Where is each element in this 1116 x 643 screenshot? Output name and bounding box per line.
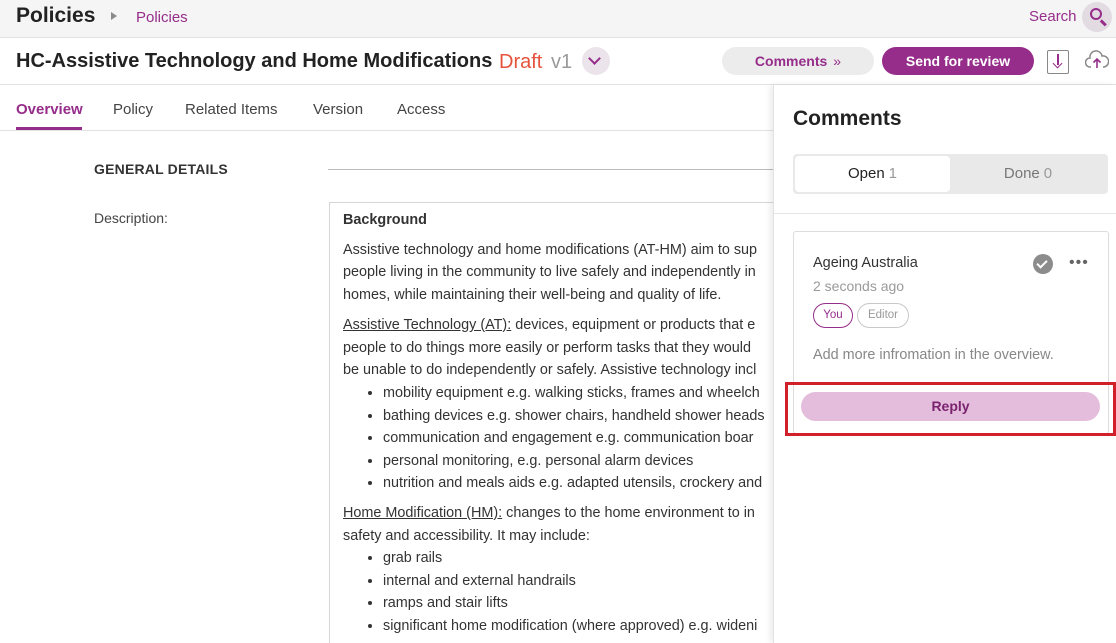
chevron-down-icon [588, 52, 601, 65]
divider [328, 169, 773, 170]
list-item: personal monitoring, e.g. personal alarm… [383, 450, 789, 473]
description-paragraph: Assistive technology and home modificati… [343, 241, 758, 304]
tab-bar: Overview Policy Related Items Version Ac… [0, 86, 773, 131]
tab-related-items[interactable]: Related Items [185, 101, 278, 118]
document-header: HC-Assistive Technology and Home Modific… [0, 39, 1116, 85]
version-label: v1 [551, 51, 573, 73]
app-title: Policies [16, 4, 96, 27]
comments-panel-title: Comments [793, 107, 902, 130]
description-heading: Background [343, 212, 427, 228]
download-icon[interactable] [1047, 50, 1069, 74]
list-item: significant home modification (where app… [383, 615, 789, 638]
breadcrumb-policies[interactable]: Policies [136, 9, 188, 26]
comment-timestamp: 2 seconds ago [813, 278, 905, 294]
search-link[interactable]: Search [1029, 8, 1077, 25]
search-icon [1090, 8, 1102, 20]
comments-filter-toggle: Open 1 Done 0 [793, 154, 1108, 194]
document-title: HC-Assistive Technology and Home Modific… [16, 50, 493, 72]
top-bar: Policies Policies Search [0, 0, 1116, 38]
comments-button-label: Comments [754, 53, 828, 69]
description-editor[interactable]: Background Assistive technology and home… [329, 202, 789, 643]
list-item: communication and engagement e.g. commun… [383, 427, 789, 450]
version-dropdown-button[interactable] [582, 47, 610, 75]
at-term: Assistive Technology (AT): [343, 316, 512, 333]
tab-policy[interactable]: Policy [113, 101, 153, 118]
hm-term: Home Modification (HM): [343, 504, 503, 521]
chevron-right-icon [111, 12, 117, 20]
at-paragraph: Assistive Technology (AT): devices, equi… [343, 316, 757, 379]
search-button[interactable] [1082, 2, 1112, 32]
description-label: Description: [94, 210, 168, 226]
active-tab-indicator [16, 127, 82, 130]
editor-badge: Editor [857, 303, 909, 328]
comments-button[interactable]: Comments » [722, 47, 874, 75]
list-item: mobility equipment e.g. walking sticks, … [383, 382, 789, 405]
check-circle-icon[interactable] [1033, 254, 1053, 274]
comment-author: Ageing Australia [813, 255, 918, 271]
list-item: grab rails [383, 547, 789, 570]
double-chevron-right-icon: » [833, 53, 842, 69]
comments-panel: Comments Open 1 Done 0 Ageing Australia 2 … [773, 85, 1116, 643]
list-item: bathing devices e.g. shower chairs, hand… [383, 405, 789, 428]
tab-overview[interactable]: Overview [16, 101, 83, 118]
comment-text: Add more infromation in the overview. [813, 347, 1054, 363]
tab-version[interactable]: Version [313, 101, 363, 118]
you-badge: You [813, 303, 853, 328]
hm-list: grab rails internal and external handrai… [343, 547, 789, 637]
highlight-box [785, 382, 1116, 436]
more-horizontal-icon[interactable]: ••• [1069, 254, 1089, 272]
open-comments-tab[interactable]: Open 1 [795, 156, 950, 192]
hm-paragraph: Home Modification (HM): changes to the h… [343, 504, 755, 544]
section-title: GENERAL DETAILS [94, 161, 228, 177]
list-item: nutrition and meals aids e.g. adapted ut… [383, 472, 789, 495]
done-comments-tab[interactable]: Done 0 [950, 156, 1106, 192]
list-item: ramps and stair lifts [383, 592, 789, 615]
send-for-review-button[interactable]: Send for review [882, 47, 1034, 75]
list-item: internal and external handrails [383, 570, 789, 593]
divider [774, 213, 1116, 214]
status-badge: Draft [499, 51, 543, 73]
description-content: Background Assistive technology and home… [343, 209, 789, 643]
upload-icon[interactable] [1085, 50, 1109, 70]
tab-access[interactable]: Access [397, 101, 445, 118]
at-list: mobility equipment e.g. walking sticks, … [343, 382, 789, 495]
